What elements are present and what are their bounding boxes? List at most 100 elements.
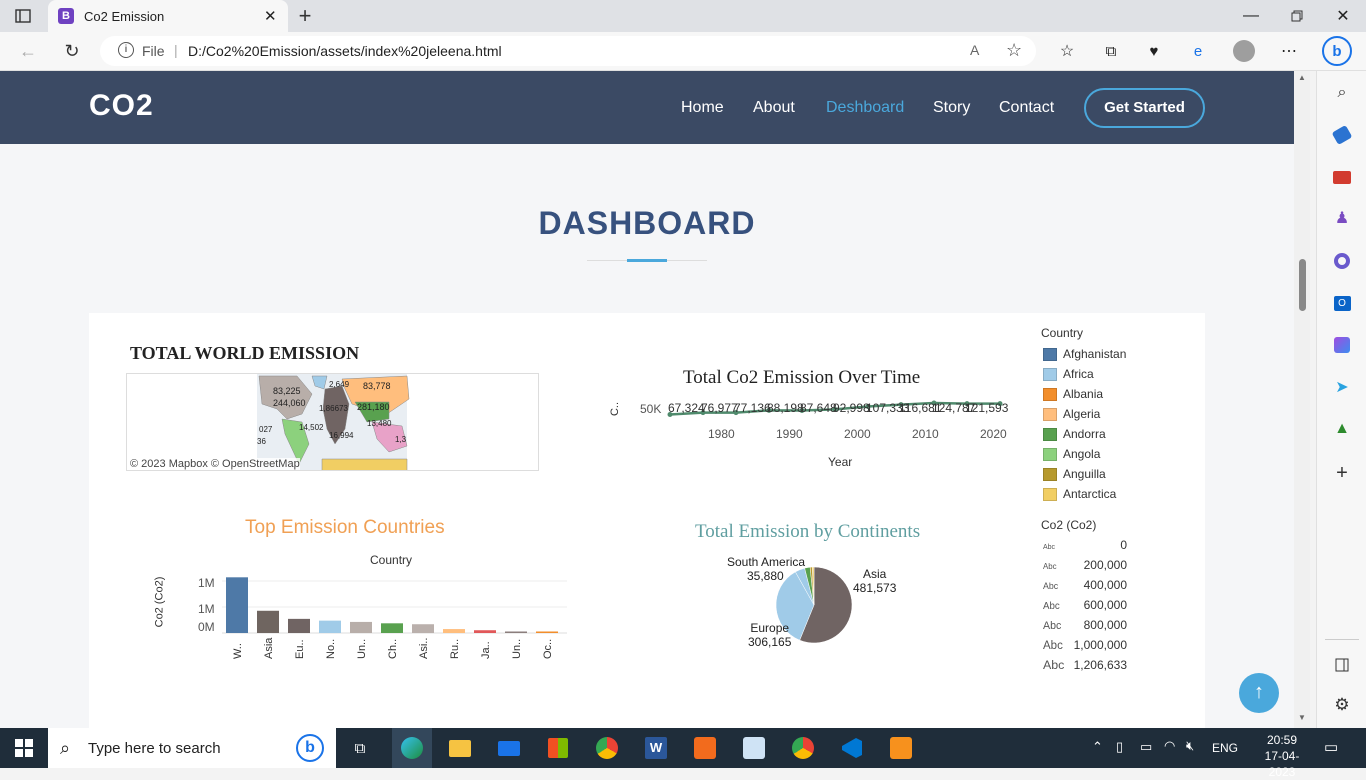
performance-icon[interactable]: ♥ <box>1143 40 1165 62</box>
bar <box>257 610 279 633</box>
browser-tab[interactable]: B Co2 Emission ✕ <box>48 0 288 32</box>
line-xtick: 1980 <box>708 427 735 441</box>
get-started-button[interactable]: Get Started <box>1084 88 1205 128</box>
browser-essentials-icon[interactable]: e <box>1187 40 1209 62</box>
more-options-icon[interactable]: ⋯ <box>1278 40 1300 62</box>
designer-icon[interactable] <box>1330 333 1354 357</box>
battery-icon[interactable]: ▭ <box>1140 739 1152 755</box>
clock[interactable]: 20:59 17-04-2023 <box>1252 732 1312 780</box>
store-icon[interactable] <box>545 736 571 760</box>
bing-chat-icon[interactable]: b <box>1322 36 1352 66</box>
address-bar[interactable]: i File | D:/Co2%20Emission/assets/index%… <box>100 36 1036 66</box>
sidebar-toggle-icon[interactable] <box>1330 653 1354 677</box>
mail-icon[interactable] <box>496 736 522 760</box>
scroll-down-arrow[interactable]: ▼ <box>1298 713 1306 722</box>
favorites-icon[interactable]: ☆ <box>1056 40 1078 62</box>
tab-close-icon[interactable]: ✕ <box>264 7 277 25</box>
back-icon[interactable]: ← <box>16 40 40 62</box>
search-icon[interactable]: ⌕ <box>1330 81 1354 105</box>
section-title: DASHBOARD <box>538 205 756 241</box>
map-label: 83,225 <box>273 386 301 396</box>
notification-icon[interactable]: ▭ <box>1324 738 1338 756</box>
legend-item[interactable]: Algeria <box>1043 407 1100 421</box>
tree-icon[interactable]: ▲ <box>1330 417 1354 441</box>
map-attribution[interactable]: © 2023 Mapbox © OpenStreetMap <box>130 458 300 470</box>
legend-item[interactable]: Andorra <box>1043 427 1106 441</box>
legend-item[interactable]: Anguilla <box>1043 467 1106 481</box>
bing-icon[interactable]: b <box>296 734 324 762</box>
pdf-app-icon[interactable] <box>692 736 718 760</box>
microsoft365-icon[interactable] <box>1330 249 1354 273</box>
nav-home[interactable]: Home <box>681 99 724 117</box>
bar-category-label: Un.. <box>511 639 523 659</box>
page-scrollbar[interactable]: ▲ ▼ <box>1294 71 1310 728</box>
legend-item[interactable]: Africa <box>1043 367 1094 381</box>
legend-swatch <box>1043 387 1057 401</box>
scroll-up-arrow[interactable]: ▲ <box>1298 73 1306 82</box>
tray-device-icon[interactable]: ▯ <box>1116 739 1123 755</box>
minimize-button[interactable]: — <box>1238 6 1264 26</box>
legend-item[interactable]: Afghanistan <box>1043 347 1126 361</box>
games-icon[interactable]: ♟ <box>1330 206 1354 230</box>
word-icon[interactable]: W <box>643 736 669 760</box>
nav-dashboard[interactable]: Deshboard <box>826 99 904 117</box>
vscode-icon[interactable] <box>839 736 865 760</box>
line-data-label: 67,324 <box>668 401 705 415</box>
size-legend-abc: Abc <box>1043 601 1060 612</box>
site-navbar: CO2 Home About Deshboard Story Contact G… <box>0 71 1294 144</box>
nav-story[interactable]: Story <box>933 99 970 117</box>
site-brand[interactable]: CO2 <box>89 89 154 123</box>
snipping-tool-icon[interactable] <box>741 736 767 760</box>
web-page: CO2 Home About Deshboard Story Contact G… <box>0 71 1294 728</box>
restore-button[interactable] <box>1284 6 1310 26</box>
tray-chevron-icon[interactable]: ⌃ <box>1092 739 1103 755</box>
bar <box>412 624 434 633</box>
file-explorer-icon[interactable] <box>447 736 473 760</box>
legend-item[interactable]: Antarctica <box>1043 487 1116 501</box>
pdf-editor-icon[interactable] <box>888 736 914 760</box>
size-legend-abc: Abc <box>1043 640 1063 652</box>
legend-item[interactable]: Angola <box>1043 447 1100 461</box>
refresh-icon[interactable]: ↻ <box>60 40 84 62</box>
language-indicator[interactable]: ENG <box>1212 741 1238 755</box>
telegram-icon[interactable]: ➤ <box>1330 375 1354 399</box>
add-sidebar-app-icon[interactable]: + <box>1330 461 1354 485</box>
scroll-thumb[interactable] <box>1299 259 1306 311</box>
back-to-top-button[interactable]: ↑ <box>1239 673 1279 713</box>
settings-gear-icon[interactable]: ⚙ <box>1330 693 1354 717</box>
new-tab-button[interactable]: + <box>292 3 318 28</box>
legend-label: Africa <box>1063 367 1094 381</box>
edge-taskbar-icon[interactable] <box>392 728 432 768</box>
tab-actions-icon[interactable] <box>12 6 34 26</box>
task-view-icon[interactable]: ⧉ <box>347 736 373 760</box>
shopping-tag-icon[interactable] <box>1330 123 1354 147</box>
legend-item[interactable]: Albania <box>1043 387 1103 401</box>
line-chart-svg[interactable]: 67,32476,97777,13688,19887,64892,998107,… <box>660 389 1020 419</box>
legend-swatch <box>1043 347 1057 361</box>
size-legend-item: Abc 0 <box>1043 538 1127 552</box>
tab-favicon: B <box>58 8 74 24</box>
info-icon[interactable]: i <box>118 42 134 58</box>
windows-start-icon[interactable] <box>12 736 36 760</box>
world-map[interactable]: 83,225 244,060 2,649 83,778 1,86673 281,… <box>126 373 539 471</box>
volume-muted-icon[interactable]: 🔇︎ <box>1186 738 1194 754</box>
taskbar-search-box[interactable]: ⌕ Type here to search b <box>48 728 336 768</box>
chrome-profile-j-icon[interactable] <box>790 736 816 760</box>
profile-avatar[interactable] <box>1233 40 1255 62</box>
read-aloud-icon[interactable]: A <box>970 42 979 58</box>
bar-chart-svg[interactable]: W.. Asia Eu.. No.. Un.. Ch.. Asi.. Ru.. Ja.. Un..… <box>222 569 567 669</box>
favorite-add-icon[interactable]: ☆ <box>1006 40 1022 61</box>
close-window-button[interactable]: ✕ <box>1330 6 1356 26</box>
tools-briefcase-icon[interactable] <box>1330 165 1354 189</box>
pie-label-europe: Europe 306,165 <box>748 621 791 649</box>
wifi-icon[interactable]: ◠ <box>1164 738 1175 754</box>
line-chart-title: Total Co2 Emission Over Time <box>683 367 921 388</box>
collections-icon[interactable]: ⧉ <box>1100 40 1122 62</box>
nav-contact[interactable]: Contact <box>999 99 1054 117</box>
url-text: D:/Co2%20Emission/assets/index%20jeleena… <box>188 43 502 59</box>
outlook-icon[interactable]: O <box>1330 291 1354 315</box>
nav-about[interactable]: About <box>753 99 795 117</box>
line-xtick: 2020 <box>980 427 1007 441</box>
chrome-profile-a-icon[interactable] <box>594 736 620 760</box>
edge-sidebar: ⌕ ♟ O ➤ ▲ + ⚙ <box>1316 71 1366 728</box>
